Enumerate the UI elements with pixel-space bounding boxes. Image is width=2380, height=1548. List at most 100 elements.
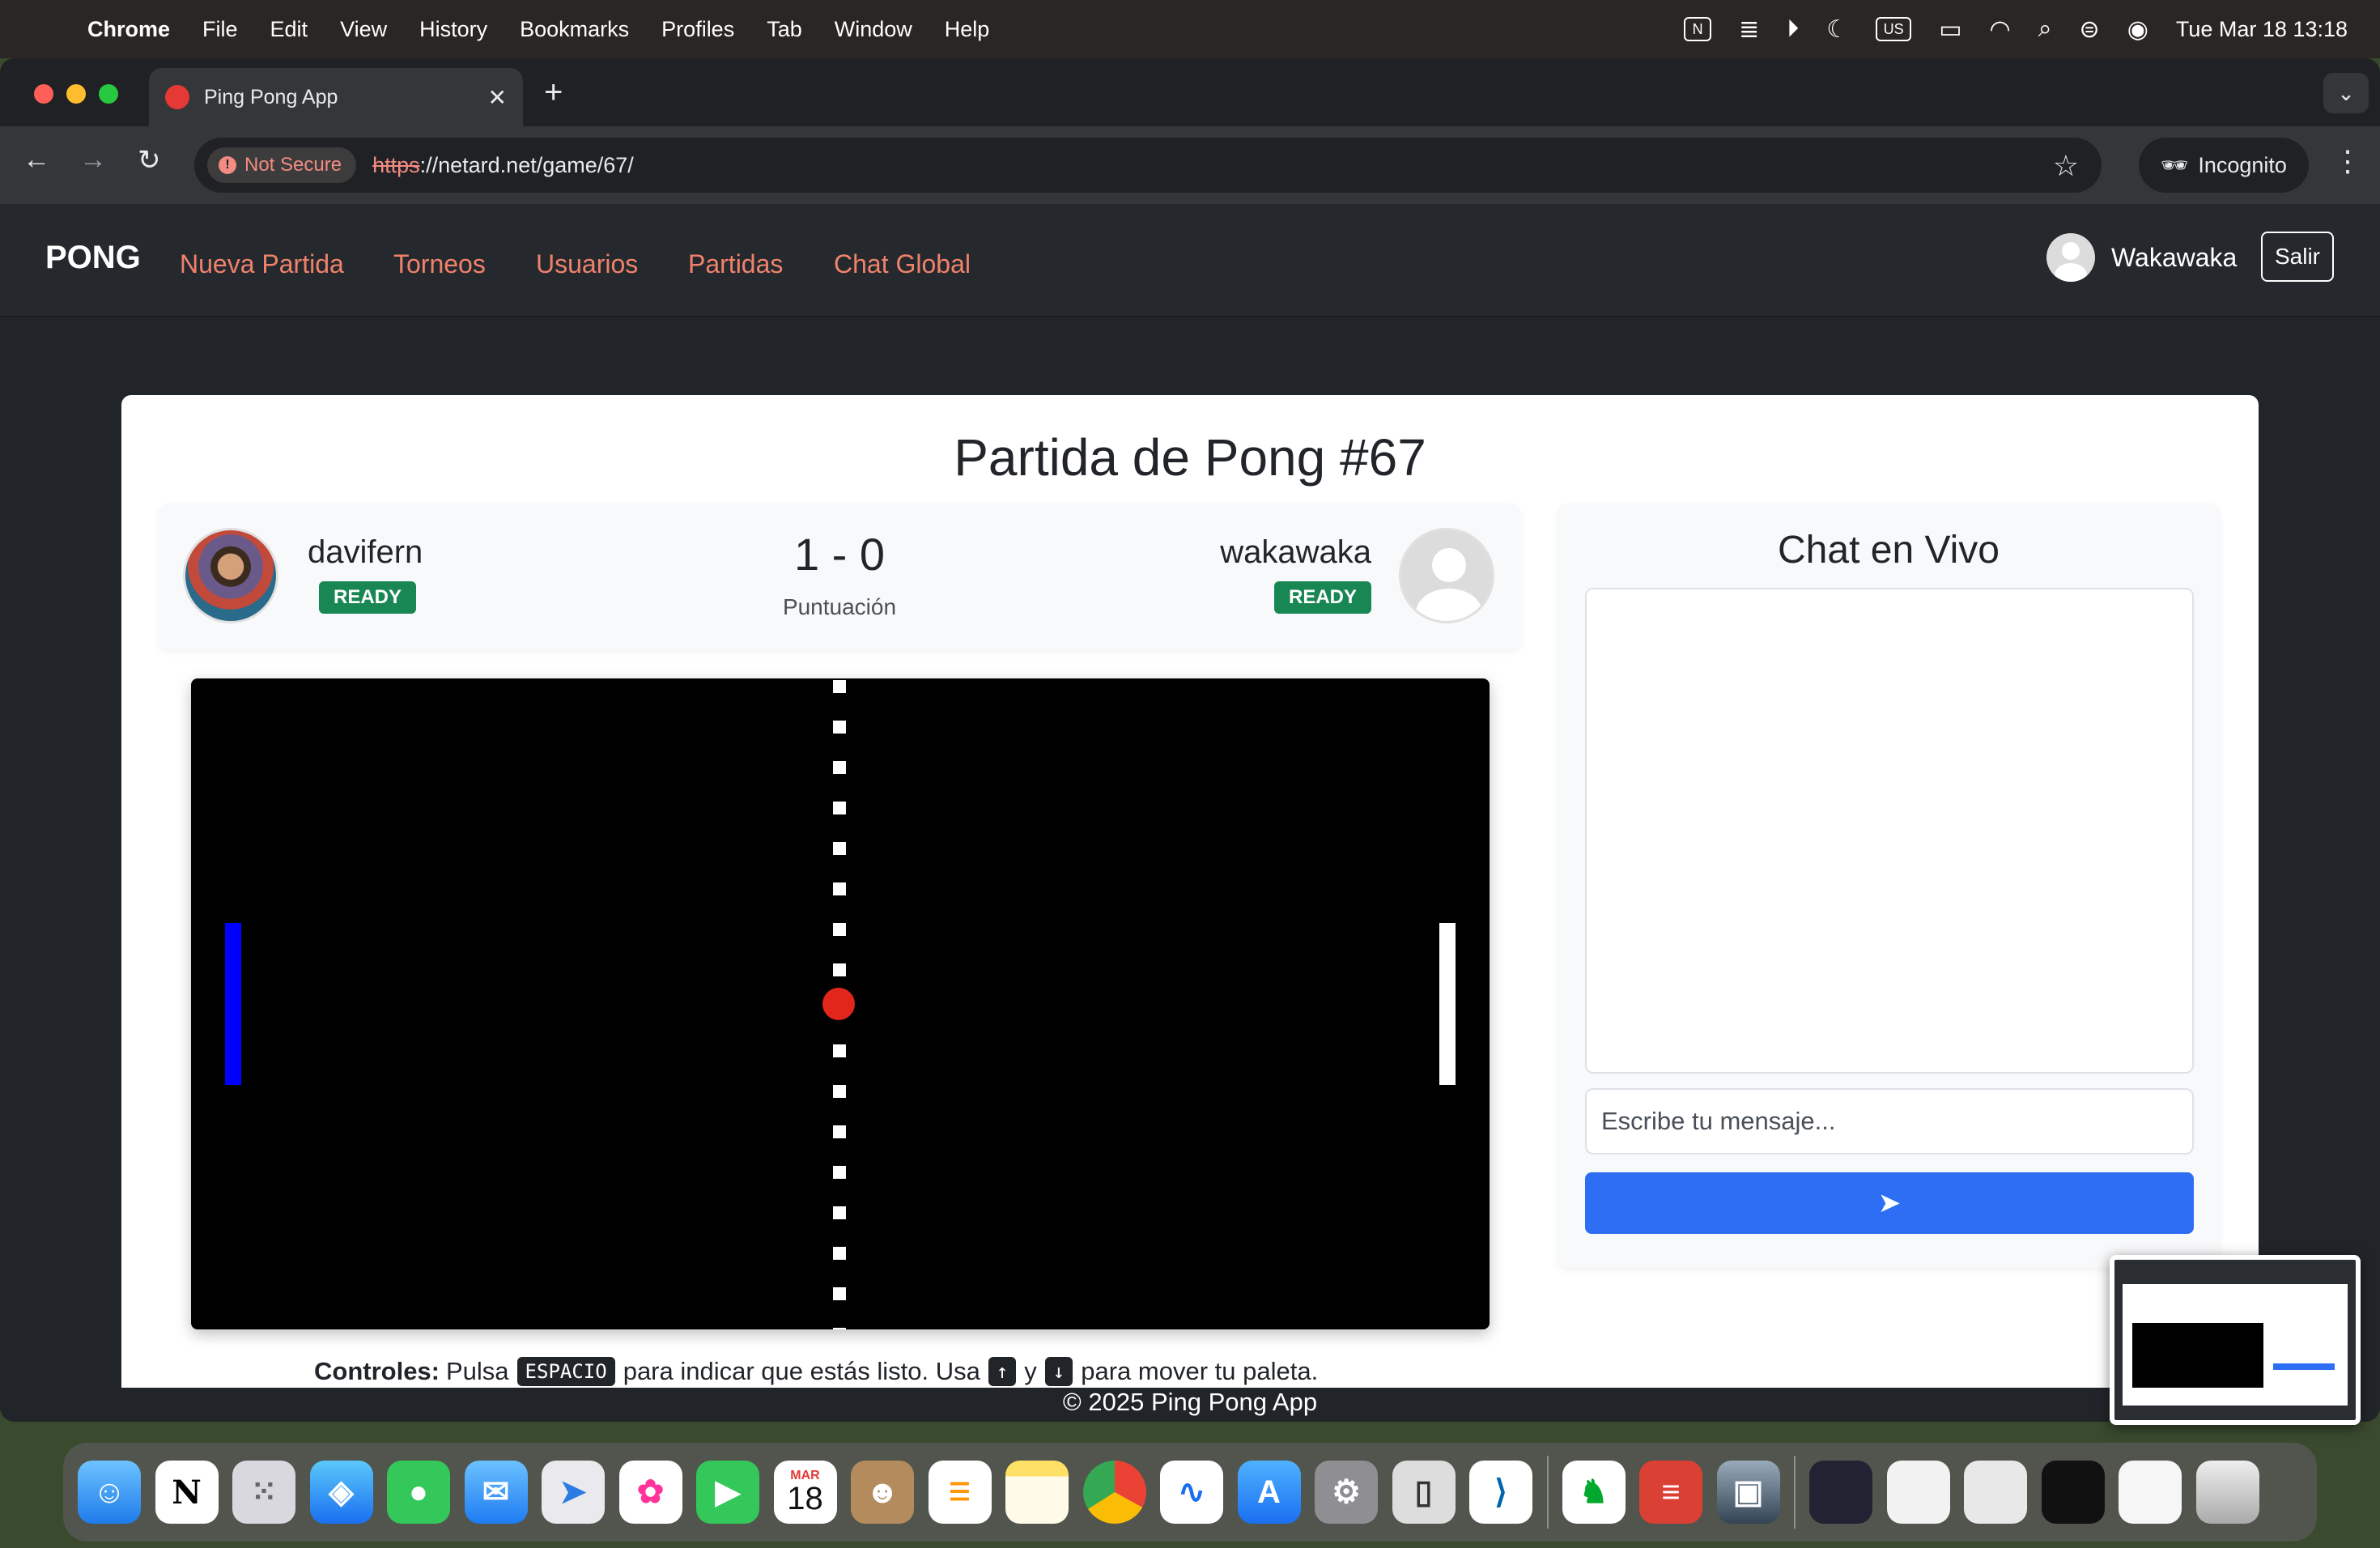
recent-window-icon[interactable] — [2041, 1461, 2105, 1524]
moon-icon[interactable]: ☾ — [1826, 15, 1848, 44]
menu-profiles[interactable]: Profiles — [661, 17, 734, 42]
close-window-icon[interactable] — [34, 84, 53, 104]
chrome-menu-icon[interactable]: ⋮ — [2333, 144, 2362, 178]
net-dash — [833, 1044, 846, 1057]
play-icon[interactable]: ⏵ — [1787, 15, 1799, 43]
forward-icon[interactable]: → — [79, 144, 107, 176]
site-navbar: PONG Nueva Partida Torneos Usuarios Part… — [0, 204, 2380, 317]
net-dash — [833, 1247, 846, 1260]
menu-history[interactable]: History — [419, 17, 487, 42]
search-icon[interactable]: ⌕ — [2038, 15, 2052, 43]
username: Wakawaka — [2111, 242, 2238, 272]
live-chat-panel: Chat en Vivo ➤ — [1558, 504, 2220, 1268]
notion-icon[interactable]: N — [1684, 17, 1712, 41]
todoist-icon[interactable]: ≡ — [1639, 1461, 1702, 1524]
tab-title: Ping Pong App — [204, 85, 338, 108]
keyboard-us-icon[interactable]: US — [1876, 17, 1912, 41]
dock-separator — [1794, 1456, 1796, 1529]
notes-icon[interactable] — [1005, 1461, 1069, 1524]
net-dash — [833, 1085, 846, 1098]
launchpad-icon[interactable]: ⁙ — [232, 1461, 295, 1524]
menubar-clock[interactable]: Tue Mar 18 13:18 — [2176, 17, 2348, 42]
net-dash — [833, 1166, 846, 1179]
system-settings-icon[interactable]: ⚙ — [1315, 1461, 1378, 1524]
key-up: ↑ — [988, 1357, 1017, 1386]
vscode-icon[interactable]: ⟩ — [1469, 1461, 1532, 1524]
app-store-icon[interactable]: A — [1237, 1461, 1301, 1524]
control-center-icon[interactable]: ⊜ — [2080, 15, 2100, 44]
preview-icon[interactable]: ▣ — [1716, 1461, 1780, 1524]
maps-icon[interactable]: ➤ — [542, 1461, 605, 1524]
new-tab-icon[interactable]: + — [544, 74, 563, 111]
browser-tab-active[interactable]: Ping Pong App ✕ — [149, 68, 523, 126]
siri-icon[interactable]: ◉ — [2127, 15, 2148, 44]
mail-icon[interactable]: ✉ — [464, 1461, 528, 1524]
browser-window: Ping Pong App ✕ + ⌄ ← → ↻ ! Not Secure h… — [0, 58, 2380, 1422]
url-scheme: https — [372, 152, 420, 177]
net-dash — [833, 1328, 846, 1329]
trash-icon[interactable] — [2195, 1461, 2259, 1524]
nav-chat-global[interactable]: Chat Global — [834, 249, 971, 279]
photos-icon[interactable]: ✿ — [618, 1461, 682, 1524]
address-bar[interactable]: ! Not Secure https://netard.net/game/67/… — [194, 138, 2102, 193]
user-avatar — [2046, 233, 2095, 282]
nav-partidas[interactable]: Partidas — [688, 249, 783, 279]
close-tab-icon[interactable]: ✕ — [488, 84, 507, 111]
recent-window-icon[interactable] — [1886, 1461, 1950, 1524]
menu-file[interactable]: File — [202, 17, 238, 42]
finder-icon[interactable]: ☺ — [78, 1461, 141, 1524]
minimize-window-icon[interactable] — [66, 84, 86, 104]
menu-edit[interactable]: Edit — [270, 17, 308, 42]
reload-icon[interactable]: ↻ — [138, 144, 161, 176]
calendar-icon[interactable]: MAR 18 — [773, 1461, 837, 1524]
nav-torneos[interactable]: Torneos — [393, 249, 486, 279]
game-canvas[interactable] — [191, 678, 1490, 1329]
recent-window-icon[interactable] — [1809, 1461, 1872, 1524]
macos-dock: ☺ N ⁙ ◈ ● ✉ ➤ ✿ ▶ MAR 18 ☻ ☰ ∿ A ⚙ ▯ ⟩ ♞… — [63, 1443, 2317, 1542]
nav-nueva-partida[interactable]: Nueva Partida — [180, 249, 344, 279]
screenshot-preview-thumbnail[interactable] — [2110, 1255, 2361, 1425]
chat-message-input[interactable] — [1585, 1088, 2194, 1155]
net-dash — [833, 882, 846, 895]
url-path: ://netard.net/game/67/ — [419, 152, 634, 177]
menu-view[interactable]: View — [340, 17, 387, 42]
iphone-mirroring-icon[interactable]: ▯ — [1392, 1461, 1456, 1524]
menu-help[interactable]: Help — [945, 17, 990, 42]
url-text[interactable]: https://netard.net/game/67/ — [372, 153, 634, 178]
scoreboard: davifern READY 1 - 0 Puntuación wakawaka… — [159, 504, 1520, 649]
zoom-window-icon[interactable] — [99, 84, 118, 104]
security-chip[interactable]: ! Not Secure — [207, 147, 357, 183]
evernote-icon[interactable]: ♞ — [1562, 1461, 1626, 1524]
send-button[interactable]: ➤ — [1585, 1172, 2194, 1234]
incognito-chip[interactable]: 🕶 Incognito — [2139, 138, 2309, 193]
bookmark-star-icon[interactable]: ☆ — [2053, 149, 2079, 183]
user-menu[interactable]: Wakawaka — [2046, 233, 2237, 282]
facetime-icon[interactable]: ▶ — [696, 1461, 759, 1524]
menu-bookmarks[interactable]: Bookmarks — [520, 17, 629, 42]
chrome-icon[interactable] — [1082, 1461, 1146, 1524]
recent-window-icon[interactable] — [2119, 1461, 2182, 1524]
calendar-day: 18 — [787, 1481, 823, 1516]
favicon-icon — [165, 85, 189, 109]
logout-button[interactable]: Salir — [2261, 232, 2334, 282]
menu-app-name[interactable]: Chrome — [87, 17, 170, 42]
freeform-icon[interactable]: ∿ — [1160, 1461, 1223, 1524]
wifi-icon[interactable]: ◠ — [1990, 15, 2011, 44]
safari-icon[interactable]: ◈ — [309, 1461, 373, 1524]
messages-icon[interactable]: ● — [387, 1461, 450, 1524]
contacts-icon[interactable]: ☻ — [851, 1461, 914, 1524]
recent-window-icon[interactable] — [1964, 1461, 2027, 1524]
chat-messages[interactable] — [1585, 588, 2194, 1074]
net-dash — [833, 923, 846, 936]
stack-icon[interactable]: ≣ — [1739, 15, 1759, 44]
notion-icon[interactable]: N — [155, 1461, 219, 1524]
tab-search-chevron-icon[interactable]: ⌄ — [2323, 73, 2369, 113]
tab-strip: Ping Pong App ✕ + ⌄ — [0, 58, 2380, 126]
menu-tab[interactable]: Tab — [767, 17, 802, 42]
back-icon[interactable]: ← — [23, 144, 50, 176]
menu-window[interactable]: Window — [835, 17, 912, 42]
reminders-icon[interactable]: ☰ — [928, 1461, 992, 1524]
nav-usuarios[interactable]: Usuarios — [536, 249, 638, 279]
brand-logo[interactable]: PONG — [45, 240, 141, 276]
battery-icon[interactable]: ▭ — [1939, 15, 1961, 44]
